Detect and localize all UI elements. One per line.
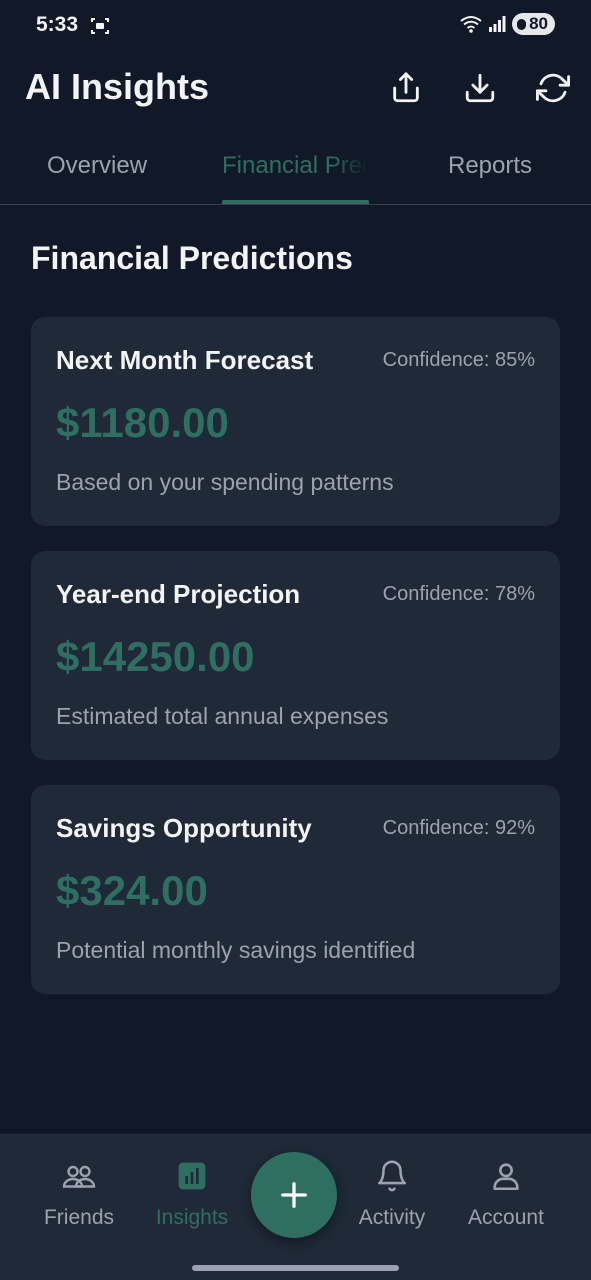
insights-icon	[174, 1158, 210, 1194]
nav-label: Account	[468, 1206, 544, 1229]
predicted-amount: $14250.00	[56, 633, 255, 680]
status-icons: 80	[460, 13, 555, 35]
predicted-amount: $1180.00	[56, 399, 229, 446]
card-title: Next Month Forecast	[56, 345, 314, 375]
tab-overview[interactable]: Overview	[47, 152, 147, 180]
refresh-button[interactable]	[533, 68, 573, 108]
download-button[interactable]	[460, 68, 500, 108]
tab-bar: Overview Financial Predictions Reports	[0, 140, 591, 205]
battery-level: 80	[529, 14, 548, 33]
card-description: Estimated total annual expenses	[56, 703, 389, 729]
nav-insights[interactable]: Insights	[132, 1158, 252, 1230]
status-time: 5:33	[36, 13, 79, 36]
nav-label: Activity	[358, 1206, 426, 1229]
section-title: Financial Predictions	[31, 240, 353, 276]
plus-icon	[281, 1182, 307, 1208]
confidence-label: Confidence: 85%	[382, 349, 535, 371]
nav-friends[interactable]: Friends	[19, 1158, 139, 1230]
card-description: Based on your spending patterns	[56, 469, 394, 495]
prediction-card-year-end: Year-end Projection Confidence: 78% $142…	[31, 551, 560, 760]
active-tab-indicator	[222, 200, 369, 204]
share-button[interactable]	[386, 68, 426, 108]
refresh-icon	[536, 73, 570, 103]
nav-label: Friends	[43, 1206, 115, 1229]
status-bar: 5:33 80	[0, 0, 591, 52]
tab-financial-predictions[interactable]: Financial Predictions	[222, 152, 368, 180]
wifi-icon	[460, 16, 482, 33]
battery-saver-icon	[517, 18, 527, 30]
nav-account[interactable]: Account	[446, 1158, 566, 1230]
card-description: Potential monthly savings identified	[56, 937, 416, 963]
nav-label: Insights	[155, 1206, 229, 1229]
battery-indicator: 80	[512, 13, 555, 35]
predicted-amount: $324.00	[56, 867, 208, 914]
nav-activity[interactable]: Activity	[332, 1158, 452, 1230]
signal-icon	[489, 16, 506, 32]
prediction-card-savings: Savings Opportunity Confidence: 92% $324…	[31, 785, 560, 994]
card-title: Year-end Projection	[56, 579, 301, 609]
download-icon	[465, 73, 495, 103]
bell-icon	[374, 1158, 410, 1194]
friends-icon	[61, 1158, 97, 1194]
confidence-label: Confidence: 92%	[382, 817, 535, 839]
tab-reports[interactable]: Reports	[448, 152, 532, 180]
home-indicator[interactable]	[192, 1265, 399, 1271]
prediction-card-next-month: Next Month Forecast Confidence: 85% $118…	[31, 317, 560, 526]
user-icon	[488, 1158, 524, 1194]
share-icon	[393, 72, 419, 103]
add-button[interactable]	[251, 1152, 337, 1238]
card-title: Savings Opportunity	[56, 813, 312, 843]
confidence-label: Confidence: 78%	[382, 583, 535, 605]
screen-record-icon	[91, 18, 109, 34]
page-title: AI Insights	[25, 66, 210, 107]
